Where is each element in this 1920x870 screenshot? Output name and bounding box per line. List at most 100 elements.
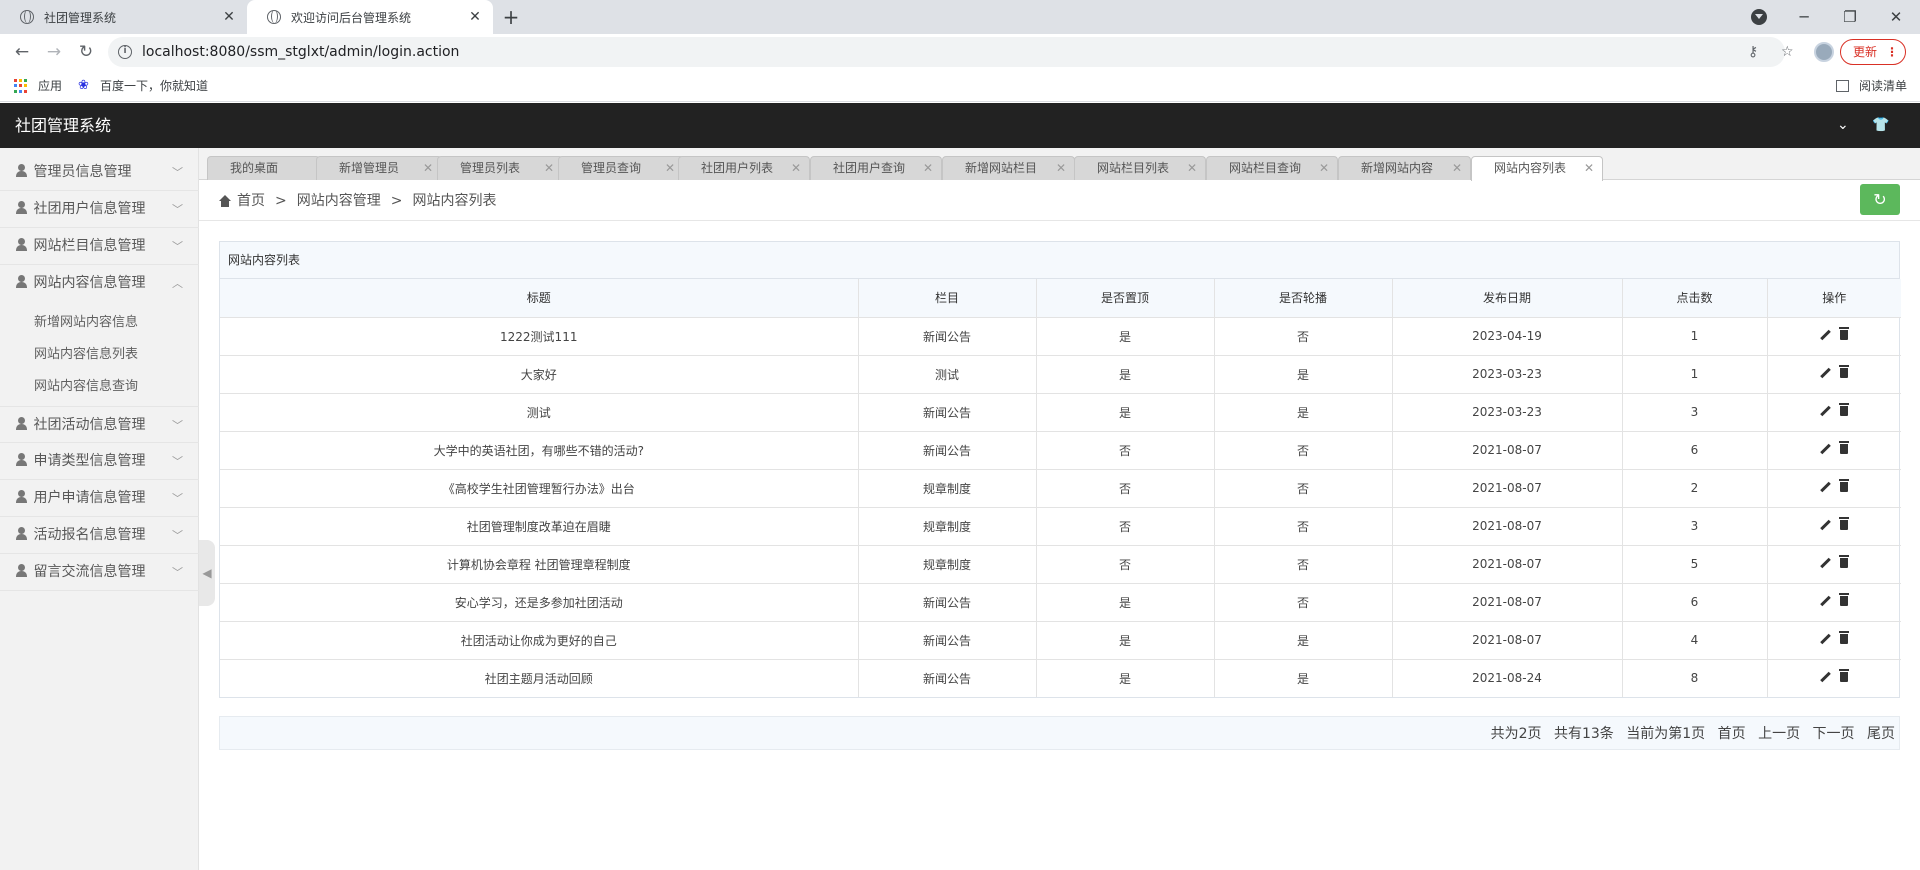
trash-icon[interactable] (1839, 441, 1850, 454)
pencil-icon[interactable] (1820, 558, 1830, 568)
tab-admin-query[interactable]: 管理员查询 ✕ (558, 156, 684, 180)
current-page: 当前为第1页 (1626, 726, 1706, 742)
first-page-link[interactable]: 首页 (1718, 726, 1746, 742)
sidebar-item-site-content[interactable]: 网站内容信息管理 ︿ (0, 265, 199, 302)
profile-avatar[interactable] (1814, 42, 1834, 62)
bookmark-baidu[interactable]: ❀ 百度一下，你就知道 (78, 70, 208, 102)
tab-content-list[interactable]: 网站内容列表 ✕ (1471, 156, 1603, 181)
close-tab-icon[interactable]: ✕ (221, 9, 237, 25)
trash-icon[interactable] (1839, 631, 1850, 644)
app-title: 社团管理系统 (15, 116, 112, 135)
pencil-icon[interactable] (1820, 482, 1830, 492)
reload-icon[interactable]: ↻ (74, 40, 98, 64)
pencil-icon[interactable] (1820, 596, 1830, 606)
cell-clicks: 3 (1621, 506, 1768, 546)
close-icon[interactable]: ✕ (1056, 157, 1066, 179)
breadcrumb-home[interactable]: 首页 (237, 181, 265, 221)
trash-icon[interactable] (1839, 517, 1850, 530)
cell-category: 新闻公告 (857, 392, 1037, 432)
tab-admin-list[interactable]: 管理员列表 ✕ (437, 156, 563, 180)
trash-icon[interactable] (1839, 479, 1850, 492)
close-icon[interactable]: ✕ (1319, 157, 1329, 179)
cell-pinned: 是 (1035, 392, 1215, 432)
breadcrumb-parent[interactable]: 网站内容管理 (297, 181, 381, 221)
close-icon[interactable]: ✕ (1187, 157, 1197, 179)
trash-icon[interactable] (1839, 669, 1850, 683)
bookmark-apps[interactable]: 应用 (14, 70, 62, 102)
tshirt-icon[interactable]: 👕 (1872, 103, 1889, 148)
sidebar-subitem-content-query[interactable]: 网站内容信息查询 (34, 371, 138, 403)
back-arrow-icon[interactable]: ← (10, 40, 34, 64)
new-tab-button[interactable]: + (498, 4, 524, 30)
close-icon[interactable]: ✕ (791, 157, 801, 179)
breadcrumb-separator: > (390, 193, 403, 209)
sidebar-item-apply-types[interactable]: 申请类型信息管理 ﹀ (0, 443, 199, 480)
last-page-link[interactable]: 尾页 (1867, 726, 1895, 742)
address-bar[interactable]: i localhost:8080/ssm_stglxt/admin/login.… (108, 37, 1794, 67)
cell-carousel: 否 (1213, 316, 1393, 356)
cell-title: 大家好 (220, 354, 859, 394)
forward-arrow-icon[interactable]: → (42, 40, 66, 64)
trash-icon[interactable] (1839, 327, 1850, 340)
close-icon[interactable]: ✕ (1452, 157, 1462, 179)
trash-icon[interactable] (1839, 403, 1850, 416)
tab-column-query[interactable]: 网站栏目查询 ✕ (1206, 156, 1338, 180)
sidebar-item-user-applications[interactable]: 用户申请信息管理 ﹀ (0, 480, 199, 517)
browser-tab[interactable]: 社团管理系统 ✕ (0, 0, 247, 34)
sidebar-item-club-users[interactable]: 社团用户信息管理 ﹀ (0, 191, 199, 228)
minimize-button[interactable]: ─ (1781, 0, 1827, 34)
sidebar-item-site-columns[interactable]: 网站栏目信息管理 ﹀ (0, 228, 199, 265)
tab-add-admin[interactable]: 新增管理员 ✕ (316, 156, 442, 180)
window-close-button[interactable]: ✕ (1873, 0, 1919, 34)
sidebar-item-admin[interactable]: 管理员信息管理 ﹀ (0, 154, 199, 191)
tab-column-list[interactable]: 网站栏目列表 ✕ (1074, 156, 1206, 180)
user-icon (16, 164, 27, 177)
key-icon[interactable]: ⚷ (1748, 37, 1758, 67)
pencil-icon[interactable] (1820, 444, 1830, 454)
star-icon[interactable]: ☆ (1781, 37, 1794, 67)
cell-pinned: 否 (1035, 506, 1215, 546)
update-button[interactable]: 更新 ⋮ (1840, 39, 1906, 65)
trash-icon[interactable] (1839, 365, 1850, 378)
pencil-icon[interactable] (1820, 634, 1830, 644)
tab-club-user-list[interactable]: 社团用户列表 ✕ (678, 156, 810, 180)
prev-page-link[interactable]: 上一页 (1758, 726, 1800, 742)
pencil-icon[interactable] (1820, 368, 1830, 378)
restore-button[interactable]: ❐ (1827, 0, 1873, 34)
browser-tab-active[interactable]: 欢迎访问后台管理系统 ✕ (247, 0, 493, 34)
next-page-link[interactable]: 下一页 (1813, 726, 1855, 742)
sidebar-subitem-add-content[interactable]: 新增网站内容信息 (34, 307, 138, 339)
column-header-actions: 操作 (1766, 279, 1901, 318)
more-menu-icon[interactable]: ⋮ (1886, 40, 1898, 64)
reading-list[interactable]: 阅读清单 (1836, 70, 1907, 102)
close-tab-icon[interactable]: ✕ (467, 9, 483, 25)
chevron-down-icon[interactable]: ⌄ (1837, 103, 1849, 148)
sidebar-collapse-toggle[interactable]: ◀ (199, 540, 215, 606)
sidebar-subitem-content-list[interactable]: 网站内容信息列表 (34, 339, 138, 371)
cell-carousel: 是 (1213, 620, 1393, 660)
sidebar-item-messages[interactable]: 留言交流信息管理 ﹀ (0, 554, 199, 591)
tab-add-content[interactable]: 新增网站内容 ✕ (1338, 156, 1471, 180)
cell-carousel: 否 (1213, 468, 1393, 508)
close-icon[interactable]: ✕ (923, 157, 933, 179)
pencil-icon[interactable] (1820, 672, 1830, 682)
tab-desktop[interactable]: 我的桌面 (207, 156, 320, 180)
close-icon[interactable]: ✕ (665, 157, 675, 179)
trash-icon[interactable] (1839, 555, 1850, 568)
close-icon[interactable]: ✕ (423, 157, 433, 179)
close-icon[interactable]: ✕ (544, 157, 554, 179)
refresh-button[interactable]: ↻ (1860, 184, 1900, 215)
info-icon[interactable]: i (118, 45, 132, 59)
pencil-icon[interactable] (1820, 406, 1830, 416)
tab-add-column[interactable]: 新增网站栏目 ✕ (942, 156, 1075, 180)
sidebar-item-activities[interactable]: 社团活动信息管理 ﹀ (0, 406, 199, 443)
pencil-icon[interactable] (1820, 520, 1830, 530)
cell-carousel: 否 (1213, 544, 1393, 584)
sidebar-item-label: 社团用户信息管理 (33, 201, 146, 217)
sidebar-item-activity-signups[interactable]: 活动报名信息管理 ﹀ (0, 517, 199, 554)
tab-club-user-query[interactable]: 社团用户查询 ✕ (810, 156, 942, 180)
tab-search-icon[interactable] (1751, 9, 1767, 25)
trash-icon[interactable] (1839, 593, 1850, 606)
close-icon[interactable]: ✕ (1584, 157, 1594, 179)
pencil-icon[interactable] (1820, 330, 1830, 340)
